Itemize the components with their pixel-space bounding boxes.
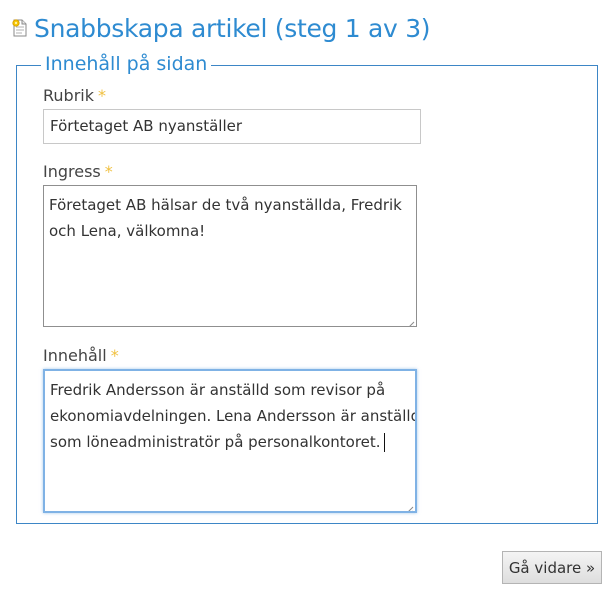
page-header: Snabbskapa artikel (steg 1 av 3): [12, 10, 431, 46]
resize-grip-icon[interactable]: [403, 313, 415, 326]
rubrik-label-text: Rubrik: [43, 86, 94, 105]
textarea-line-text: som löneadministratör på personalkontore…: [50, 433, 381, 451]
required-marker: *: [110, 346, 119, 365]
rubrik-input-value: Förtetaget AB nyanställer: [50, 117, 243, 135]
textarea-line: och Lena, välkomna!: [49, 222, 206, 240]
textarea-line-last: som löneadministratör på personalkontore…: [50, 429, 410, 455]
ingress-label-text: Ingress: [43, 162, 101, 181]
rubrik-label: Rubrik *: [43, 86, 106, 106]
text-caret: [383, 433, 385, 452]
textarea-line: Fredrik Andersson är anställd som reviso…: [50, 381, 386, 399]
rubrik-input[interactable]: Förtetaget AB nyanställer: [43, 109, 421, 144]
ingress-label: Ingress *: [43, 162, 113, 182]
innehall-label-text: Innehåll: [43, 346, 107, 365]
new-article-icon: [12, 19, 28, 37]
required-marker: *: [104, 162, 113, 181]
next-step-button[interactable]: Gå vidare »: [502, 551, 602, 584]
innehall-label: Innehåll *: [43, 346, 119, 366]
page-title: Snabbskapa artikel (steg 1 av 3): [34, 13, 431, 43]
innehall-textarea[interactable]: Fredrik Andersson är anställd som reviso…: [43, 369, 417, 513]
fieldset-legend: Innehåll på sidan: [41, 51, 212, 77]
resize-grip-icon[interactable]: [402, 498, 414, 511]
required-marker: *: [97, 86, 106, 105]
textarea-line: ekonomiavdelningen. Lena Andersson är an…: [50, 407, 417, 425]
ingress-textarea[interactable]: Företaget AB hälsar de två nyanställda, …: [43, 185, 417, 327]
textarea-line: Företaget AB hälsar de två nyanställda, …: [49, 196, 402, 214]
